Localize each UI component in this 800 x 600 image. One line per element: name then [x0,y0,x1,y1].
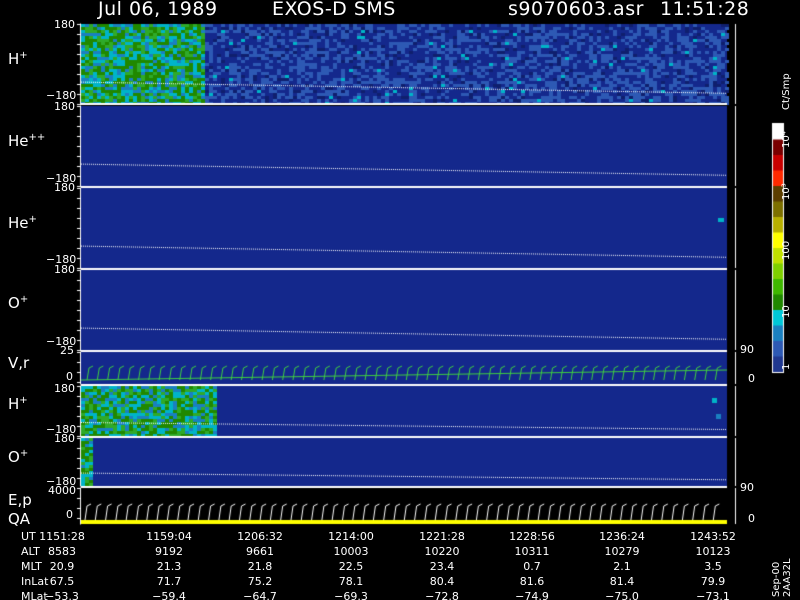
ephemeris-value: 79.9 [700,575,726,588]
ephemeris-label-ut: UT [21,530,36,543]
ephemeris-value: 67.5 [49,575,75,588]
ephemeris-label-inlat: InLat [21,575,49,588]
ephemeris-value: −69.3 [334,590,368,600]
ephemeris-label-mlt: MLT [21,560,42,573]
tick-vr-top: 25 [60,344,74,357]
ephemeris-label-alt: ALT [21,545,40,558]
plot-time: 11:51:28 [660,0,750,20]
tick-hep-top: 180 [54,181,75,194]
panel-label-o-plus: O+ [8,294,29,312]
tick-o-top: 180 [54,263,75,276]
ephemeris-value: 75.2 [247,575,273,588]
ephemeris-value: 81.6 [519,575,545,588]
ephemeris-value: 2.1 [613,560,631,573]
ephemeris-value: 21.3 [156,560,182,573]
colorbar-label-10: 10 [781,305,792,318]
panel-label-o-plus-2: O+ [8,448,29,466]
ephemeris-value: −75.0 [605,590,639,600]
ephemeris-value: −72.8 [425,590,459,600]
ephemeris-value: 1221:28 [419,530,465,543]
colorbar-label-1: 1 [781,363,792,370]
side-tick-o2: 90 [740,481,754,494]
ephemeris-value: 10123 [695,545,731,558]
colorbar-label-100: 100 [781,240,792,260]
ephemeris-value: 1228:56 [509,530,555,543]
ephemeris-value: −59.4 [152,590,186,600]
ephemeris-value: 8583 [48,545,76,558]
tick-h2-top: 180 [54,382,75,395]
side-tick-vr-zero: 0 [748,372,755,385]
plot-instrument: EXOS-D SMS [272,0,396,20]
ephemeris-value: −53.3 [45,590,79,600]
colorbar-unit: Ct/Smp [781,73,792,110]
ephemeris-value: 71.7 [156,575,182,588]
ephemeris-value: 21.8 [247,560,273,573]
spectrogram-canvas [0,0,800,600]
tick-h-top: 180 [54,18,75,31]
colorbar-label-1e3: 10³ [781,183,792,200]
ephemeris-value: 78.1 [338,575,364,588]
ephemeris-value: 1236:24 [599,530,645,543]
ephemeris-value: 10220 [424,545,460,558]
side-tick-vr: 90 [740,343,754,356]
panel-label-he-plus: He+ [8,214,37,232]
panel-label-vr: V,r [8,354,30,372]
ephemeris-value: 1243:52 [690,530,736,543]
colorbar-label-1e4: 10⁴ [781,131,792,148]
plot-file: s9070603.asr [508,0,644,20]
tick-ep-top: 4000 [48,484,76,497]
ephemeris-value: 10003 [333,545,369,558]
panel-label-h-plus: H+ [8,50,28,68]
ephemeris-value: 1214:00 [328,530,374,543]
ephemeris-value: 1159:04 [146,530,192,543]
ephemeris-value: 1206:32 [237,530,283,543]
footer-code: Sep-00 2AA32L [771,558,793,597]
tick-hepp-top: 180 [54,100,75,113]
panel-label-h-plus-2: H+ [8,395,28,413]
ephemeris-value: 10279 [604,545,640,558]
ephemeris-value: 22.5 [338,560,364,573]
ephemeris-label-mlat: MLat [21,590,48,600]
ephemeris-value: 1151:28 [39,530,85,543]
ephemeris-value: −73.1 [696,590,730,600]
ephemeris-value: 0.7 [523,560,541,573]
side-tick-ep-zero: 0 [748,512,755,525]
ephemeris-value: 23.4 [429,560,455,573]
exos-d-plot: Jul 06, 1989 EXOS-D SMS s9070603.asr 11:… [0,0,800,600]
ephemeris-value: 80.4 [429,575,455,588]
plot-date: Jul 06, 1989 [98,0,218,20]
ephemeris-value: 3.5 [704,560,722,573]
ephemeris-value: 9192 [155,545,183,558]
panel-label-qa: QA [8,510,31,528]
panel-label-he-plus-plus: He++ [8,132,46,150]
ephemeris-value: 20.9 [49,560,75,573]
tick-o2-top: 180 [54,432,75,445]
ephemeris-value: 81.4 [609,575,635,588]
panel-label-ep: E,p [8,491,32,509]
ephemeris-value: 10311 [514,545,550,558]
ephemeris-value: −74.9 [515,590,549,600]
tick-ep-zero: 0 [66,508,73,521]
ephemeris-value: 9661 [246,545,274,558]
ephemeris-value: −64.7 [243,590,277,600]
